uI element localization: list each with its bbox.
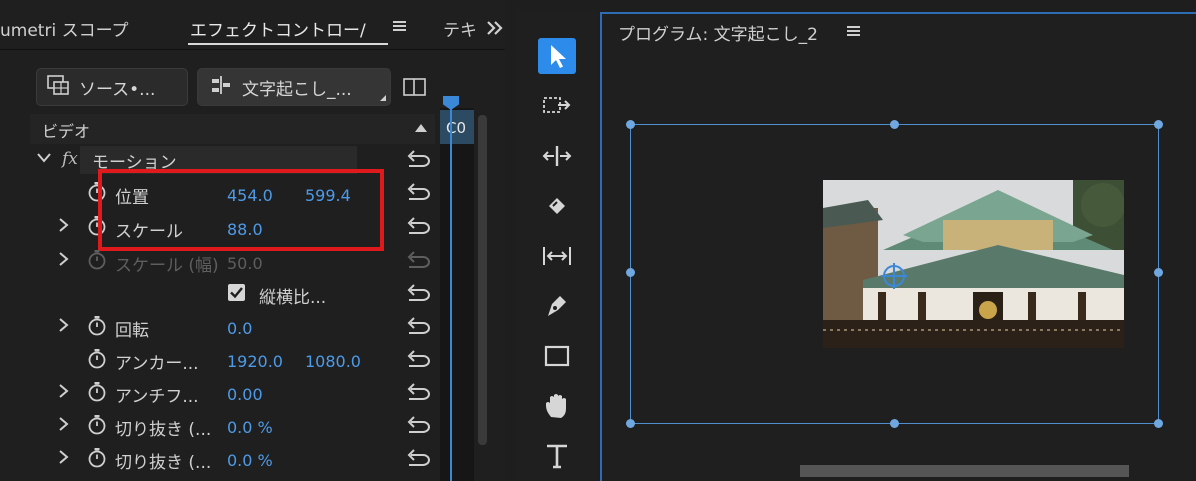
type-tool-icon[interactable] (538, 438, 576, 474)
source-clip-icon (47, 74, 69, 100)
timeline-clip-label: C0 (446, 119, 467, 137)
reset-parameter-icon[interactable] (405, 148, 433, 174)
tab-effect-controls[interactable]: エフェクトコントロー/ (190, 16, 382, 41)
pen-tool-icon[interactable] (538, 288, 576, 324)
rotation-value[interactable]: 0.0 (227, 319, 252, 338)
sequence-clip-label: 文字起こし_... (242, 79, 352, 100)
property-label: アンチフ... (115, 387, 199, 407)
reset-parameter-icon[interactable] (405, 348, 433, 374)
transform-handle[interactable] (626, 268, 635, 277)
highlight-box (98, 169, 384, 251)
sequence-clip-icon (210, 75, 232, 100)
property-label: 回転 (115, 321, 149, 341)
transform-handle[interactable] (626, 419, 635, 428)
chevron-down-icon[interactable] (36, 150, 52, 169)
reset-parameter-icon[interactable] (405, 215, 433, 241)
reset-parameter-icon[interactable] (405, 315, 433, 341)
crop-value[interactable]: 0.0 % (227, 418, 273, 437)
crop-value[interactable]: 0.0 % (227, 451, 273, 470)
chevron-right-icon[interactable] (58, 449, 70, 469)
tab-text[interactable]: テキ (443, 16, 475, 41)
property-label: 切り抜き (... (115, 453, 212, 473)
mini-timeline[interactable] (440, 108, 474, 481)
sequence-clip-button[interactable]: 文字起こし_... (197, 68, 391, 106)
stopwatch-icon[interactable] (87, 315, 107, 341)
monitor-scrollbar[interactable] (800, 465, 1129, 477)
stopwatch-icon[interactable] (87, 381, 107, 407)
source-clip-button[interactable]: ソース•... (36, 68, 188, 106)
anchor-x-value[interactable]: 1920.0 (227, 352, 283, 371)
video-section-label: ビデオ (42, 122, 91, 141)
collapse-up-icon[interactable] (415, 124, 427, 132)
property-label: アンカー... (115, 354, 199, 374)
reset-parameter-icon[interactable] (405, 447, 433, 473)
uniform-scale-checkbox[interactable] (228, 284, 245, 301)
stopwatch-icon[interactable] (87, 414, 107, 440)
panel-scrollbar[interactable] (478, 115, 487, 445)
chevron-right-icon[interactable] (58, 383, 70, 403)
program-monitor-title[interactable]: プログラム: 文字起こし_2 (618, 20, 818, 45)
more-tabs-icon[interactable] (486, 20, 504, 39)
chevron-right-icon[interactable] (58, 416, 70, 436)
transform-handle[interactable] (890, 120, 899, 129)
reset-parameter-icon[interactable] (405, 181, 433, 207)
panel-menu-icon[interactable] (392, 18, 408, 34)
transform-handle[interactable] (626, 120, 635, 129)
transform-handle[interactable] (1154, 268, 1163, 277)
chevron-right-icon[interactable] (58, 317, 70, 337)
anti-flicker-value[interactable]: 0.00 (227, 385, 263, 404)
ripple-edit-tool-icon[interactable] (538, 138, 576, 174)
monitor-menu-icon[interactable] (846, 24, 862, 44)
toggle-timeline-icon[interactable] (402, 76, 428, 102)
anchor-y-value[interactable]: 1080.0 (305, 352, 361, 371)
transform-handle[interactable] (890, 419, 899, 428)
source-clip-label: ソース•... (79, 79, 156, 100)
property-label: 切り抜き (... (115, 420, 212, 440)
dropdown-corner-icon (380, 95, 386, 101)
scale-width-value: 50.0 (227, 254, 263, 273)
razor-tool-icon[interactable] (538, 188, 576, 224)
property-label: 縦横比... (259, 288, 327, 308)
playhead-line[interactable] (450, 105, 452, 481)
tab-divider (0, 49, 505, 50)
video-frame-image (823, 180, 1124, 348)
reset-parameter-icon[interactable] (405, 282, 433, 308)
active-tab-indicator (188, 43, 388, 45)
chevron-right-icon[interactable] (58, 217, 70, 237)
transform-handle[interactable] (1154, 120, 1163, 129)
chevron-right-icon[interactable] (58, 251, 70, 271)
property-label: スケール (幅) (115, 256, 219, 276)
stopwatch-icon[interactable] (87, 447, 107, 473)
tab-lumetri-scopes[interactable]: umetri スコープ (0, 16, 129, 41)
video-section-header (30, 114, 435, 144)
slip-tool-icon[interactable] (538, 238, 576, 274)
rectangle-tool-icon[interactable] (538, 338, 576, 374)
reset-parameter-icon[interactable] (405, 381, 433, 407)
reset-parameter-icon (405, 249, 433, 275)
selection-tool-icon[interactable] (538, 38, 576, 74)
anchor-point-icon[interactable] (880, 262, 908, 294)
transform-handle[interactable] (1154, 419, 1163, 428)
track-select-tool-icon[interactable] (538, 88, 576, 124)
fx-badge[interactable]: fx (62, 149, 78, 169)
stopwatch-icon (87, 249, 107, 275)
reset-parameter-icon[interactable] (405, 414, 433, 440)
stopwatch-icon[interactable] (87, 348, 107, 374)
hand-tool-icon[interactable] (538, 388, 576, 424)
